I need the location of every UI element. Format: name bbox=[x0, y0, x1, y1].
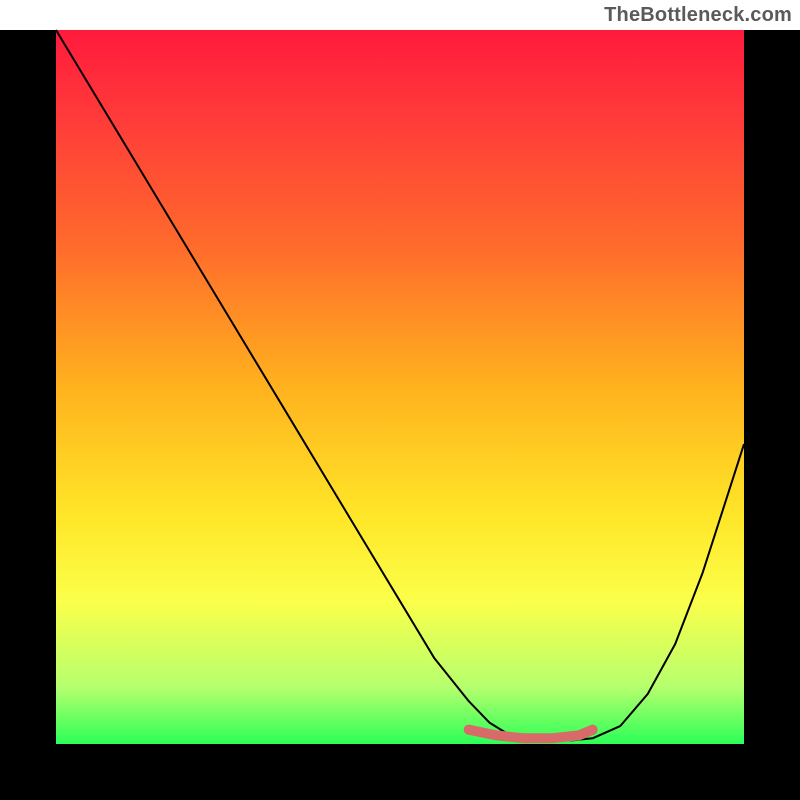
plot-background bbox=[56, 30, 744, 744]
watermark-text: TheBottleneck.com bbox=[604, 4, 792, 27]
frame-bottom bbox=[0, 744, 800, 800]
highlight-end-dot bbox=[588, 725, 598, 735]
chart-container: TheBottleneck.com bbox=[0, 0, 800, 800]
frame-right bbox=[744, 30, 800, 800]
bottleneck-chart bbox=[0, 0, 800, 800]
frame-left bbox=[0, 30, 56, 800]
highlight-end-dot bbox=[464, 725, 474, 735]
